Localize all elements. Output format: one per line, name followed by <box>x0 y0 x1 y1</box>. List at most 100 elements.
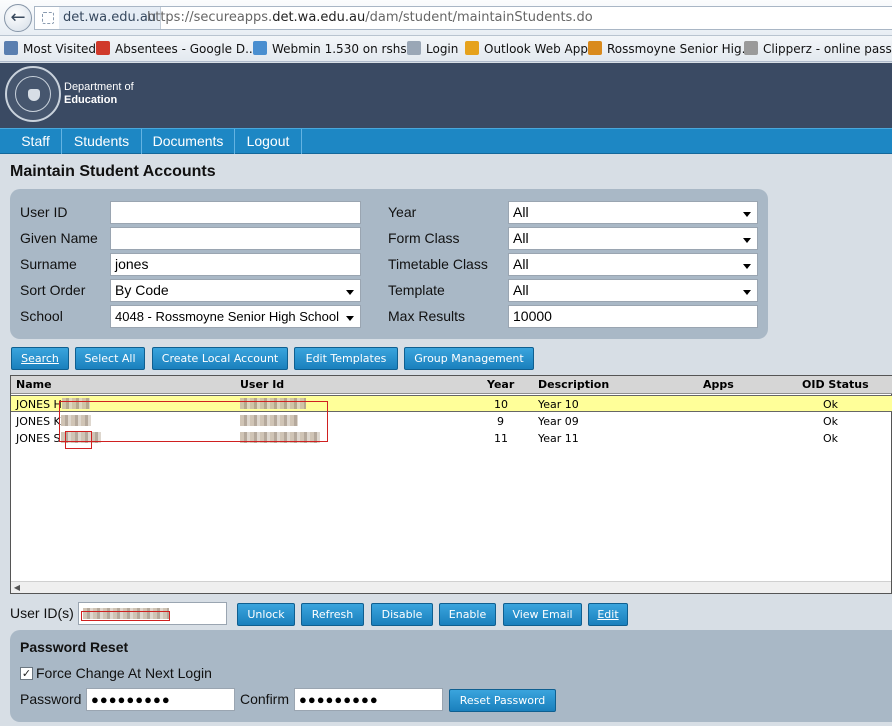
confirm-password-field[interactable]: ●●●●●●●●● <box>294 688 443 711</box>
redaction-box <box>59 401 328 442</box>
results-table: Name User Id Year Description Apps OID S… <box>10 375 892 594</box>
department-line-1: Department of <box>64 81 134 93</box>
surname-label: Surname <box>20 256 77 272</box>
sort-order-label: Sort Order <box>20 282 86 298</box>
nav-logout[interactable]: Logout <box>235 129 302 154</box>
nav-documents[interactable]: Documents <box>142 129 235 154</box>
bookmark-login[interactable]: Login <box>407 40 458 58</box>
redaction-box-small <box>65 431 92 449</box>
column-oid-status[interactable]: OID Status <box>802 376 869 394</box>
edit-button[interactable]: Edit <box>588 603 628 626</box>
bookmark-rossmoyne[interactable]: Rossmoyne Senior Hig... <box>588 40 753 58</box>
search-button-label: Search <box>21 352 59 365</box>
search-panel: User ID Given Name Surname jones Sort Or… <box>10 189 768 339</box>
enable-button[interactable]: Enable <box>439 603 496 626</box>
most-visited-icon <box>4 41 18 55</box>
redaction-box-input <box>81 611 170 621</box>
edit-templates-button[interactable]: Edit Templates <box>294 347 398 370</box>
nav-staff[interactable]: Staff <box>10 129 62 154</box>
force-change-label: Force Change At Next Login <box>36 665 212 681</box>
bookmarks-bar: Most Visited Absentees - Google D... Web… <box>0 36 892 62</box>
government-crest-logo <box>5 66 61 122</box>
bookmark-most-visited[interactable]: Most Visited <box>4 40 96 58</box>
address-url: https://secureapps.det.wa.edu.au/dam/stu… <box>147 10 593 25</box>
row-status: Ok <box>823 415 839 428</box>
school-label: School <box>20 308 63 324</box>
row-description: Year 09 <box>538 415 579 428</box>
create-local-account-button[interactable]: Create Local Account <box>152 347 288 370</box>
template-label: Template <box>388 282 445 298</box>
page-title: Maintain Student Accounts <box>10 163 216 180</box>
column-user-id[interactable]: User Id <box>240 376 284 394</box>
row-year: 10 <box>494 398 508 411</box>
view-email-button[interactable]: View Email <box>503 603 582 626</box>
row-status: Ok <box>823 398 839 411</box>
crest-ring <box>15 76 51 112</box>
login-icon <box>407 41 421 55</box>
moodle-icon <box>588 41 602 55</box>
site-identity-icon[interactable] <box>42 12 54 24</box>
year-select[interactable]: All <box>508 201 758 224</box>
bookmark-clipperz[interactable]: Clipperz - online pass... <box>744 40 892 58</box>
browser-toolbar: ← det.wa.edu.au https://secureapps.det.w… <box>0 0 892 36</box>
timetable-class-label: Timetable Class <box>388 256 488 272</box>
password-label: Password <box>20 691 82 707</box>
address-bar[interactable]: det.wa.edu.au https://secureapps.det.wa.… <box>34 6 892 30</box>
template-select[interactable]: All <box>508 279 758 302</box>
bookmark-webmin[interactable]: Webmin 1.530 on rshs... <box>253 40 418 58</box>
department-line-2: Education <box>64 94 118 106</box>
year-label: Year <box>388 204 417 220</box>
google-drive-icon <box>96 41 110 55</box>
given-name-label: Given Name <box>20 230 98 246</box>
column-apps[interactable]: Apps <box>703 376 734 394</box>
site-header: Department of Education <box>0 63 892 128</box>
column-description[interactable]: Description <box>538 376 609 394</box>
max-results-input[interactable]: 10000 <box>508 305 758 328</box>
user-id-label: User ID <box>20 204 68 220</box>
bookmark-outlook[interactable]: Outlook Web App <box>465 40 588 58</box>
search-button[interactable]: Search <box>11 347 69 370</box>
horizontal-scrollbar[interactable]: ◀ <box>11 581 891 593</box>
password-field[interactable]: ●●●●●●●●● <box>86 688 235 711</box>
unlock-button[interactable]: Unlock <box>237 603 295 626</box>
form-class-select[interactable]: All <box>508 227 758 250</box>
back-arrow-icon[interactable]: ← <box>4 4 32 32</box>
outlook-icon <box>465 41 479 55</box>
bookmark-absentees[interactable]: Absentees - Google D... <box>96 40 257 58</box>
confirm-label: Confirm <box>240 691 290 707</box>
select-all-button[interactable]: Select All <box>75 347 145 370</box>
password-reset-title: Password Reset <box>20 639 129 655</box>
row-status: Ok <box>823 432 839 445</box>
star-icon <box>744 41 758 55</box>
row-description: Year 11 <box>538 432 579 445</box>
column-name[interactable]: Name <box>16 376 52 394</box>
user-id-input[interactable] <box>110 201 361 224</box>
disable-button[interactable]: Disable <box>371 603 433 626</box>
force-change-checkbox[interactable]: ✓ <box>20 667 33 680</box>
surname-input[interactable]: jones <box>110 253 361 276</box>
edit-button-label: Edit <box>597 608 619 621</box>
row-year: 11 <box>494 432 508 445</box>
webmin-icon <box>253 41 267 55</box>
crest-shield <box>28 89 40 101</box>
table-header: Name User Id Year Description Apps OID S… <box>11 376 892 394</box>
sort-order-select[interactable]: By Code <box>110 279 361 302</box>
max-results-label: Max Results <box>388 308 466 324</box>
address-domain: det.wa.edu.au <box>59 7 162 29</box>
nav-students[interactable]: Students <box>62 129 142 154</box>
main-nav: Staff Students Documents Logout <box>0 128 892 154</box>
scroll-left-icon[interactable]: ◀ <box>12 583 22 593</box>
given-name-input[interactable] <box>110 227 361 250</box>
timetable-class-select[interactable]: All <box>508 253 758 276</box>
school-select[interactable]: 4048 - Rossmoyne Senior High School <box>110 305 361 328</box>
reset-password-button[interactable]: Reset Password <box>449 689 556 712</box>
form-class-label: Form Class <box>388 230 460 246</box>
column-year[interactable]: Year <box>487 376 514 394</box>
group-management-button[interactable]: Group Management <box>404 347 534 370</box>
department-name: Department of Education <box>64 81 134 107</box>
password-reset-panel: Password Reset ✓ Force Change At Next Lo… <box>10 630 892 722</box>
refresh-button[interactable]: Refresh <box>301 603 364 626</box>
row-description: Year 10 <box>538 398 579 411</box>
row-year: 9 <box>497 415 504 428</box>
user-ids-label: User ID(s) <box>10 605 74 621</box>
